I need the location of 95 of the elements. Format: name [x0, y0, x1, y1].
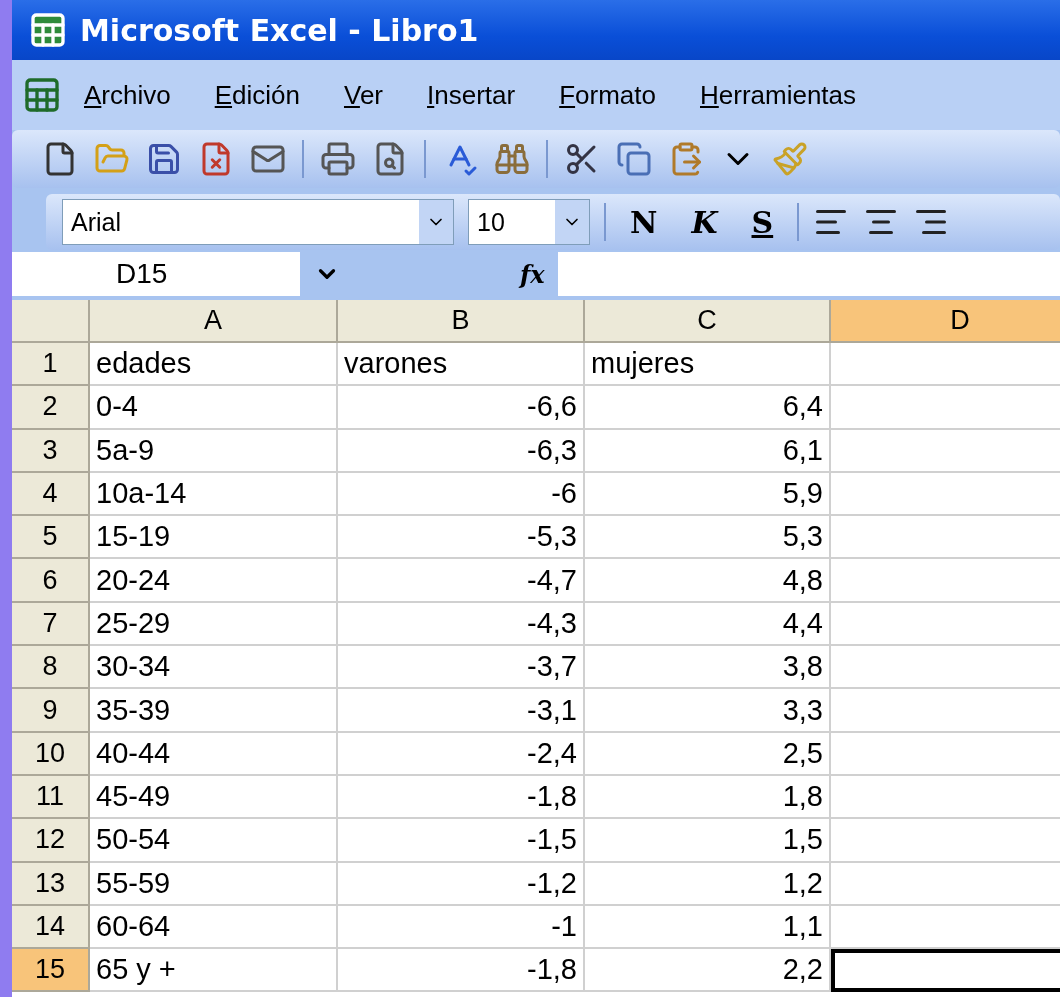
row-header[interactable]: 5 [12, 516, 90, 560]
menu-item[interactable]: Formato [537, 79, 678, 111]
table-cell[interactable]: -4,3 [338, 602, 585, 647]
table-cell[interactable]: 4,4 [585, 602, 831, 647]
table-cell[interactable]: 1,1 [585, 905, 831, 950]
table-cell[interactable]: 25-29 [90, 602, 338, 647]
row-header[interactable]: 9 [12, 689, 90, 733]
menu-item[interactable]: Edición [192, 79, 322, 111]
table-cell[interactable]: 60-64 [90, 905, 338, 950]
table-cell[interactable]: 35-39 [90, 689, 338, 733]
spreadsheet-icon [28, 10, 68, 50]
window-title: Microsoft Excel - Libro1 [80, 12, 479, 48]
table-cell[interactable]: 20-24 [90, 559, 338, 603]
table-cell[interactable]: -3,7 [338, 646, 585, 690]
table-cell[interactable]: -1,8 [338, 949, 585, 993]
table-cell[interactable]: 5a-9 [90, 429, 338, 473]
menu-item[interactable]: Insertar [405, 79, 538, 111]
row-header[interactable]: 11 [12, 775, 90, 820]
binoculars-icon [494, 141, 530, 177]
table-cell[interactable]: 45-49 [90, 775, 338, 820]
printer-icon [320, 141, 356, 177]
table-cell[interactable]: 15-19 [90, 516, 338, 560]
menu-item[interactable]: Herramientas [678, 79, 879, 111]
row-header[interactable]: 7 [12, 602, 90, 647]
table-cell[interactable]: 6,4 [585, 386, 831, 430]
table-cell[interactable]: -6 [338, 472, 585, 517]
row-header[interactable]: 10 [12, 732, 90, 776]
row-header[interactable]: 2 [12, 386, 90, 430]
table-cell[interactable]: mujeres [585, 343, 831, 387]
table-cell[interactable]: 5,3 [585, 516, 831, 560]
table-cell[interactable]: 6,1 [585, 429, 831, 473]
table-cell[interactable]: 55-59 [90, 862, 338, 906]
name-box[interactable]: D15 [12, 252, 300, 296]
table-cell[interactable]: 1,2 [585, 862, 831, 906]
table-cell[interactable]: 1,8 [585, 775, 831, 820]
table-cell[interactable]: -6,3 [338, 429, 585, 473]
bold-button[interactable]: N [620, 204, 668, 240]
table-cell[interactable]: -3,1 [338, 689, 585, 733]
row-header[interactable]: 1 [12, 343, 90, 387]
table-cell[interactable]: -1,5 [338, 819, 585, 863]
row-header[interactable]: 15 [12, 949, 90, 993]
function-label: fx [520, 259, 546, 289]
binoculars-button[interactable] [494, 141, 530, 177]
row-header[interactable]: 3 [12, 429, 90, 473]
paintbrush-button[interactable] [772, 141, 808, 177]
underline-button[interactable]: S [741, 204, 784, 240]
table-cell[interactable]: 2,2 [585, 949, 831, 993]
table-cell[interactable]: -6,6 [338, 386, 585, 430]
table-cell[interactable]: -1,8 [338, 775, 585, 820]
dropdown-button[interactable] [419, 200, 453, 244]
table-cell[interactable]: 65 y + [90, 949, 338, 993]
table-cell[interactable]: 4,8 [585, 559, 831, 603]
table-cell[interactable] [831, 949, 1060, 993]
column-header[interactable]: B [338, 300, 585, 343]
table-cell[interactable]: 3,8 [585, 646, 831, 690]
table-cell[interactable]: 3,3 [585, 689, 831, 733]
column-header[interactable]: A [90, 300, 338, 343]
table-cell[interactable]: 30-34 [90, 646, 338, 690]
table-cell[interactable]: 50-54 [90, 819, 338, 863]
row-header[interactable]: 13 [12, 862, 90, 906]
menu-item[interactable]: Ver [322, 79, 406, 111]
row-header[interactable]: 6 [12, 559, 90, 603]
table-cell[interactable]: 2,5 [585, 732, 831, 776]
printer-button[interactable] [320, 141, 356, 177]
table-cell[interactable]: 5,9 [585, 472, 831, 517]
table-cell[interactable]: edades [90, 343, 338, 387]
table-cell[interactable]: 0-4 [90, 386, 338, 430]
corner-header[interactable] [12, 300, 90, 343]
dropdown-button[interactable] [555, 200, 589, 244]
copy-button[interactable] [616, 141, 652, 177]
table-cell[interactable]: 1,5 [585, 819, 831, 863]
row-header[interactable]: 8 [12, 646, 90, 690]
row-header[interactable]: 14 [12, 905, 90, 950]
save-button[interactable] [146, 141, 182, 177]
font-size-field[interactable]: 10 [468, 199, 590, 245]
table-cell[interactable]: 10a-14 [90, 472, 338, 517]
table-cell[interactable]: -5,3 [338, 516, 585, 560]
italic-button[interactable]: K [681, 204, 728, 240]
table-cell[interactable]: -4,7 [338, 559, 585, 603]
row-header[interactable]: 4 [12, 472, 90, 517]
spreadsheet-icon [22, 75, 62, 115]
table-cell[interactable]: -1,2 [338, 862, 585, 906]
table-cell[interactable]: 40-44 [90, 732, 338, 776]
column-header[interactable]: D [831, 300, 1060, 343]
formula-field[interactable] [558, 252, 1060, 296]
table-cell[interactable]: -1 [338, 905, 585, 950]
font-field[interactable]: Arial [62, 199, 454, 245]
row-header[interactable]: 12 [12, 819, 90, 863]
menu-item[interactable]: Archivo [62, 79, 193, 111]
save-icon [146, 141, 182, 177]
column-header[interactable]: C [585, 300, 831, 343]
table-cell[interactable]: varones [338, 343, 585, 387]
paintbrush-icon [772, 141, 808, 177]
copy-icon [616, 141, 652, 177]
table-cell[interactable]: -2,4 [338, 732, 585, 776]
